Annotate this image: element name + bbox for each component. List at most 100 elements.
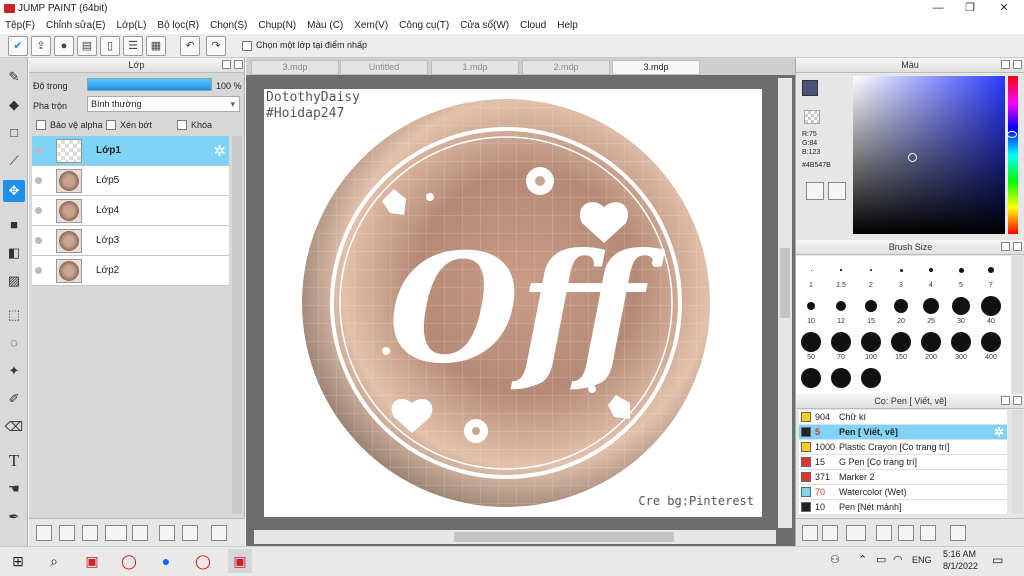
layer-scrollbar[interactable] <box>232 136 242 514</box>
folder-icon[interactable] <box>132 525 148 541</box>
eraser-tool-icon[interactable]: ◆ <box>3 94 25 116</box>
document-icon[interactable]: ▯ <box>100 36 120 56</box>
float-icon[interactable] <box>1001 396 1010 405</box>
brush-size-item[interactable]: 2 <box>856 260 886 289</box>
add-brush-icon[interactable] <box>802 525 818 541</box>
redo-icon[interactable]: ↷ <box>206 36 226 56</box>
windows-start-icon[interactable]: ⊞ <box>6 549 30 573</box>
line-tool-icon[interactable]: ⟋ <box>3 150 25 172</box>
pen-item[interactable]: 15 G Pen [Cọ trang trí] <box>799 455 1007 470</box>
new-8bit-layer-icon[interactable] <box>59 525 75 541</box>
brush-size-item[interactable]: 50 <box>796 332 826 361</box>
select-pen-tool-icon[interactable]: ✐ <box>3 388 25 410</box>
undo-icon[interactable]: ↶ <box>180 36 200 56</box>
jump-paint-taskbar-icon[interactable]: ▣ <box>228 549 252 573</box>
lasso-tool-icon[interactable]: ◌ <box>3 332 25 354</box>
menu-help[interactable]: Help <box>557 20 578 31</box>
tab-document[interactable]: Untitled <box>340 60 428 75</box>
layer-row[interactable]: Lớp1 ✲ <box>32 136 229 166</box>
brush-size-item[interactable]: 40 <box>976 296 1006 325</box>
menu-file[interactable]: Tệp(F) <box>5 20 35 31</box>
brush-size-item[interactable]: 5 <box>946 260 976 289</box>
chat-icon[interactable]: ▤ <box>77 36 97 56</box>
menu-color[interactable]: Màu (C) <box>307 20 343 31</box>
tab-document[interactable]: 3.mdp <box>251 60 339 75</box>
pen-scrollbar[interactable] <box>1012 410 1023 514</box>
close-panel-icon[interactable] <box>234 60 243 69</box>
merge-icon[interactable] <box>182 525 198 541</box>
move-tool-icon[interactable]: ✥ <box>3 180 25 202</box>
palette-icon[interactable] <box>806 182 824 200</box>
pen-item[interactable]: 70 Watercolor (Wet) <box>799 485 1007 500</box>
tab-document[interactable]: 1.mdp <box>431 60 519 75</box>
float-icon[interactable] <box>1001 242 1010 251</box>
menu-snap[interactable]: Chụp(N) <box>258 20 296 31</box>
tab-document-active[interactable]: 3.mdp <box>612 60 700 75</box>
new-layer-icon[interactable] <box>36 525 52 541</box>
gradient-tool-icon[interactable]: ▨ <box>3 270 25 292</box>
eyedropper-tool-icon[interactable]: ✒ <box>3 506 25 528</box>
menu-filter[interactable]: Bộ lọc(R) <box>157 20 199 31</box>
export-icon[interactable]: ⇪ <box>31 36 51 56</box>
layer-row[interactable]: Lớp2 <box>32 256 229 286</box>
brush-size-item[interactable] <box>826 368 856 390</box>
duplicate-icon[interactable] <box>920 525 936 541</box>
pen-item[interactable]: 904 Chữ kí <box>799 410 1007 425</box>
visibility-icon[interactable] <box>35 237 42 244</box>
canvas-vertical-scrollbar[interactable] <box>778 78 792 528</box>
brush-size-item[interactable]: 12 <box>826 296 856 325</box>
brush-size-item[interactable]: 150 <box>886 332 916 361</box>
menu-cloud[interactable]: Cloud <box>520 20 546 31</box>
clock-date[interactable]: 8/1/2022 <box>943 561 978 571</box>
protect-alpha-checkbox[interactable] <box>36 120 46 130</box>
menu-select[interactable]: Chọn(S) <box>210 20 247 31</box>
saturation-value-picker[interactable] <box>853 76 1005 234</box>
brush-size-item[interactable]: 1.5 <box>826 260 856 289</box>
transparent-swatch[interactable] <box>804 110 820 124</box>
layer-row[interactable]: Lớp5 <box>32 166 229 196</box>
brush-size-item[interactable]: 400 <box>976 332 1006 361</box>
brush-size-item[interactable]: 1 <box>796 260 826 289</box>
float-icon[interactable] <box>222 60 231 69</box>
app-icon[interactable]: ▣ <box>80 549 104 573</box>
clock-time[interactable]: 5:16 AM <box>943 549 976 559</box>
wifi-icon[interactable]: ◠ <box>893 553 903 566</box>
tab-document[interactable]: 2.mdp <box>522 60 610 75</box>
opacity-slider[interactable] <box>87 78 212 91</box>
visibility-icon[interactable] <box>35 177 42 184</box>
canvas-horizontal-scrollbar[interactable] <box>254 530 776 544</box>
language-indicator[interactable]: ENG <box>912 555 932 565</box>
fill-rect-tool-icon[interactable]: ■ <box>3 214 25 236</box>
brush-size-item[interactable]: 4 <box>916 260 946 289</box>
layer-row[interactable]: Lớp4 <box>32 196 229 226</box>
brush-size-item[interactable] <box>856 368 886 390</box>
bucket-tool-icon[interactable]: ◧ <box>3 242 25 264</box>
brush-size-item[interactable]: 10 <box>796 296 826 325</box>
select-eraser-tool-icon[interactable]: ⌫ <box>3 416 25 438</box>
close-panel-icon[interactable] <box>1013 396 1022 405</box>
gear-icon[interactable]: ✲ <box>994 425 1004 440</box>
zalo-icon[interactable]: ● <box>154 549 178 573</box>
opera-icon[interactable]: ◯ <box>117 549 141 573</box>
pen-item[interactable]: 10 Pen [Nét mảnh] <box>799 500 1007 515</box>
duplicate-icon[interactable] <box>159 525 175 541</box>
hand-tool-icon[interactable]: ☚ <box>3 478 25 500</box>
rectangle-tool-icon[interactable]: □ <box>3 122 25 144</box>
clipping-checkbox[interactable] <box>106 120 116 130</box>
brush-size-item[interactable]: 70 <box>826 332 856 361</box>
brush-size-item[interactable]: 200 <box>916 332 946 361</box>
float-icon[interactable] <box>1001 60 1010 69</box>
lock-checkbox[interactable] <box>177 120 187 130</box>
hue-slider[interactable] <box>1007 76 1018 234</box>
gear-icon[interactable]: ✲ <box>213 142 226 160</box>
brush-size-item[interactable]: 100 <box>856 332 886 361</box>
grid-icon[interactable]: ▦ <box>146 36 166 56</box>
current-color-swatch[interactable] <box>802 80 818 96</box>
trash-icon[interactable] <box>950 525 966 541</box>
palette-edit-icon[interactable] <box>828 182 846 200</box>
text-tool-icon[interactable]: T <box>3 450 25 472</box>
menu-window[interactable]: Cửa sổ(W) <box>460 20 509 31</box>
rect-select-tool-icon[interactable]: ⬚ <box>3 304 25 326</box>
brush-size-item[interactable] <box>796 368 826 390</box>
brush-scrollbar[interactable] <box>1012 256 1023 394</box>
